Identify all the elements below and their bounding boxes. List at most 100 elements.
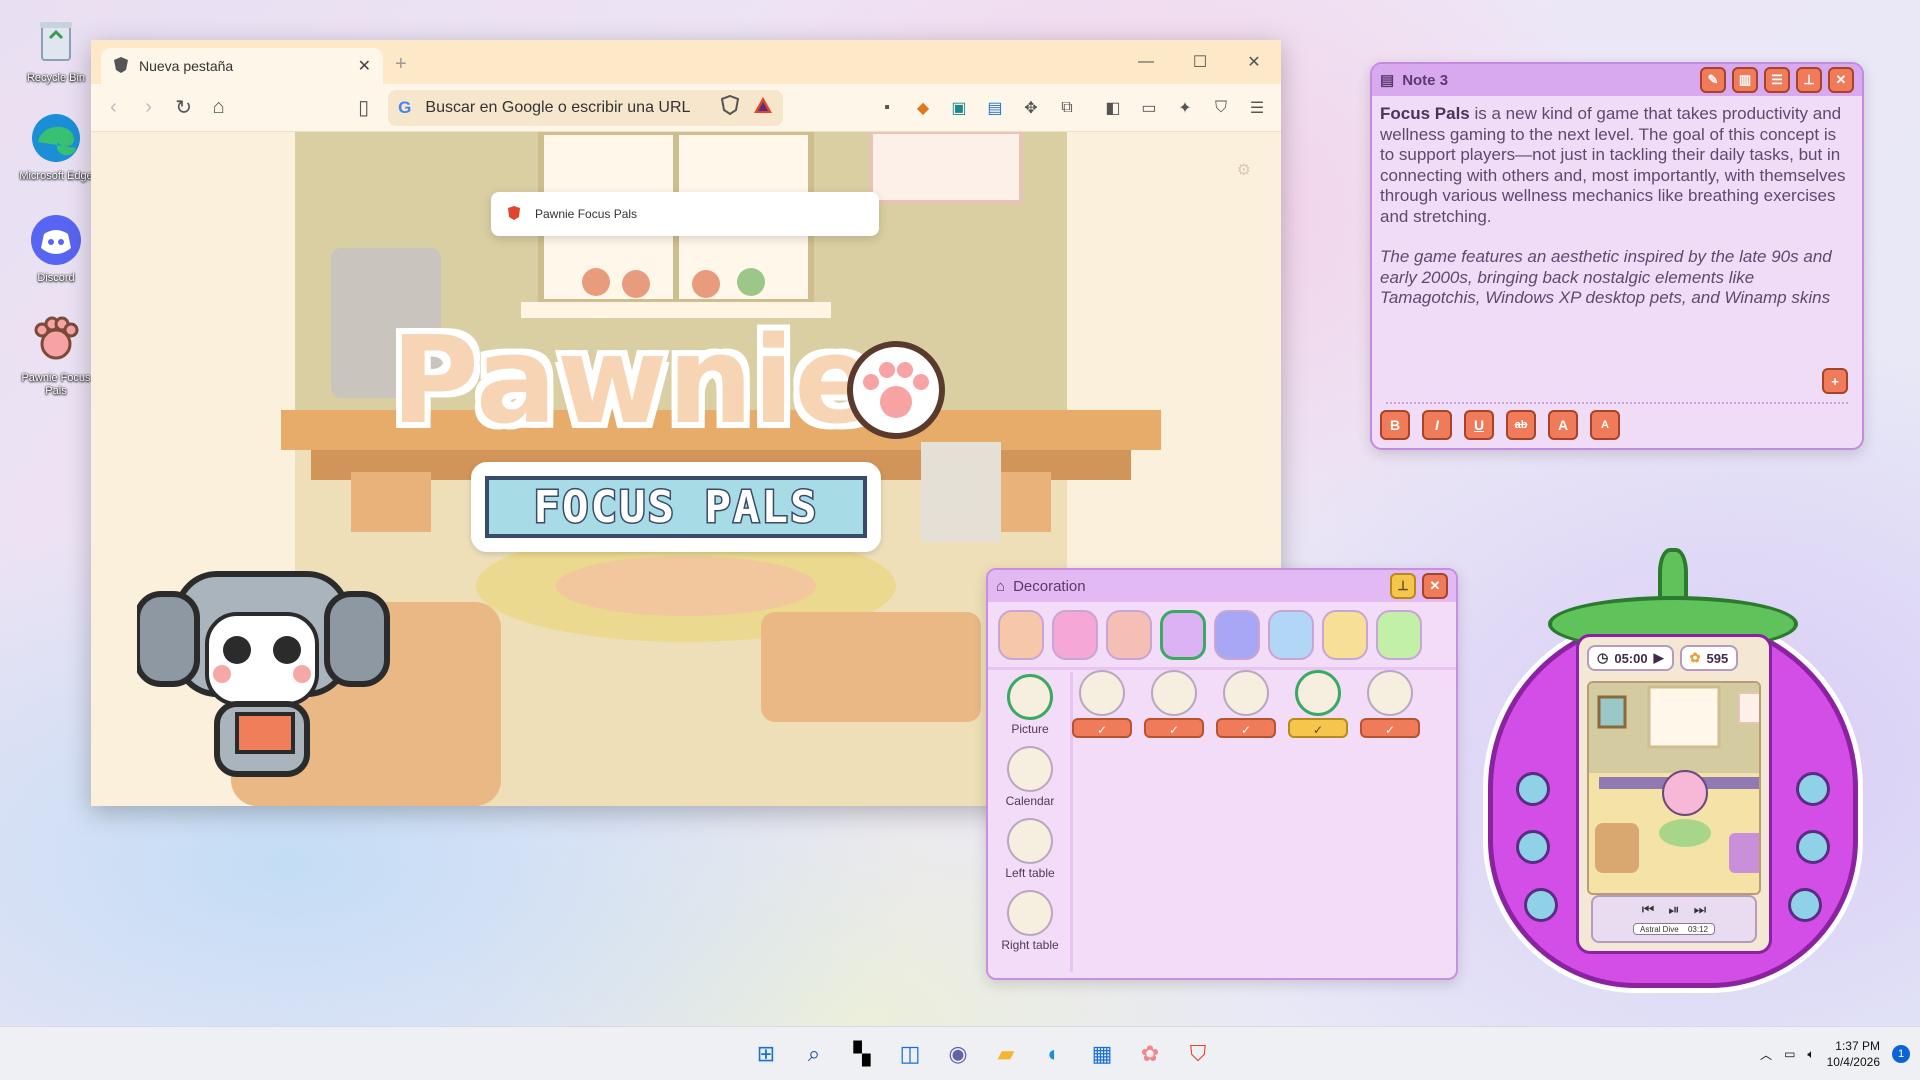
check-icon[interactable]: ✓ — [1072, 718, 1132, 738]
bookmark-icon[interactable]: ▯ — [353, 95, 374, 120]
desktop-icon-pawnie[interactable]: Pawnie Focus Pals — [14, 312, 98, 398]
minimize-icon[interactable] — [1796, 830, 1830, 864]
brave-rewards-icon[interactable] — [753, 96, 773, 119]
search-icon[interactable]: ⌕ — [794, 1034, 834, 1074]
menu-icon[interactable]: ☰ — [1245, 96, 1269, 120]
color-swatch[interactable] — [1106, 609, 1152, 660]
settings-gear-icon[interactable]: ⚙ — [1237, 160, 1251, 180]
download-icon[interactable] — [1788, 888, 1822, 922]
desktop-icon-edge[interactable]: Microsoft Edge — [14, 110, 98, 183]
picture-item[interactable]: ✓ — [1288, 670, 1348, 738]
vpn-icon[interactable]: ⛉ — [1209, 96, 1233, 120]
home-icon[interactable]: ⌂ — [208, 96, 229, 119]
check-icon[interactable]: ✓ — [1144, 718, 1204, 738]
play-icon[interactable]: ▶ — [1654, 650, 1664, 666]
list-icon[interactable]: ☰ — [1764, 67, 1790, 93]
close-icon[interactable]: ✕ — [1828, 67, 1854, 93]
puzzle-icon[interactable]: ✥ — [1019, 96, 1043, 120]
brave-shields-icon[interactable] — [720, 94, 740, 120]
notification-badge[interactable]: 1 — [1892, 1045, 1910, 1063]
picture-item[interactable]: ✓ — [1360, 670, 1420, 738]
metamask-icon[interactable]: ◆ — [911, 96, 935, 120]
desktop-icon-discord[interactable]: Discord — [14, 212, 98, 285]
volume-icon[interactable]: 🔈︎ — [1807, 1047, 1814, 1062]
picture-thumb-icon — [1007, 674, 1053, 720]
address-bar[interactable]: G Buscar en Google o escribir una URL — [388, 89, 783, 126]
note-icon: ▤ — [1380, 72, 1395, 89]
search-suggestion[interactable]: Pawnie Focus Pals — [491, 192, 879, 236]
add-icon[interactable]: + — [1822, 368, 1848, 394]
extension-icon[interactable]: ⧉ — [1055, 96, 1079, 120]
edge-icon[interactable]: ◐ — [1034, 1034, 1074, 1074]
pin-icon[interactable]: ⊥ — [1390, 573, 1416, 599]
close-tab-icon[interactable]: ✕ — [358, 56, 371, 76]
wallet-icon[interactable]: ▭ — [1137, 96, 1161, 120]
extension-icon[interactable]: ▤ — [983, 96, 1007, 120]
flower-icon[interactable] — [1516, 830, 1550, 864]
leo-ai-icon[interactable]: ✦ — [1173, 96, 1197, 120]
widgets-icon[interactable]: ◫ — [890, 1034, 930, 1074]
picture-item[interactable]: ✓ — [1144, 670, 1204, 738]
furniture-icon[interactable] — [1516, 772, 1550, 806]
underline-button[interactable]: U — [1464, 410, 1494, 440]
paw-icon — [28, 312, 84, 368]
brave-icon[interactable]: ⛉ — [1178, 1034, 1218, 1074]
timer-display[interactable]: ◷ 05:00 ▶ — [1587, 645, 1674, 671]
play-pause-icon[interactable]: ⏯ — [1668, 901, 1679, 918]
pin-icon[interactable]: ⊥ — [1796, 67, 1822, 93]
color-swatch[interactable] — [1160, 609, 1206, 660]
color-swatch[interactable] — [1376, 609, 1422, 660]
color-swatch[interactable] — [1214, 609, 1260, 660]
check-icon[interactable]: ✓ — [1360, 718, 1420, 738]
font-increase-button[interactable]: A — [1548, 410, 1578, 440]
heart-icon[interactable] — [1796, 772, 1830, 806]
close-window-icon[interactable]: ✕ — [1227, 40, 1281, 84]
strikethrough-button[interactable]: ab — [1506, 410, 1536, 440]
reload-icon[interactable]: ↻ — [173, 95, 194, 120]
check-icon[interactable]: ✓ — [1216, 718, 1276, 738]
font-decrease-button[interactable]: A — [1590, 410, 1620, 440]
color-swatch[interactable] — [1268, 609, 1314, 660]
color-swatch[interactable] — [1052, 609, 1098, 660]
settings-icon[interactable] — [1524, 888, 1558, 922]
edit-icon[interactable]: ✎ — [1700, 67, 1726, 93]
forward-icon[interactable]: › — [138, 96, 159, 119]
category-calendar[interactable]: Calendar — [1006, 746, 1054, 808]
color-swatch[interactable] — [1322, 609, 1368, 660]
picture-item[interactable]: ✓ — [1072, 670, 1132, 738]
trash-icon[interactable]: ▥ — [1732, 67, 1758, 93]
category-picture[interactable]: Picture — [1007, 674, 1053, 736]
pet-room — [1587, 681, 1761, 895]
chevron-up-icon[interactable]: ︿ — [1760, 1046, 1772, 1063]
prev-track-icon[interactable]: ⏮ — [1642, 901, 1655, 918]
paw-icon[interactable]: ✿ — [1130, 1034, 1170, 1074]
track-bar[interactable]: Astral Dive 03:12 — [1633, 923, 1715, 935]
check-icon[interactable]: ✓ — [1288, 718, 1348, 738]
start-icon[interactable]: ⊞ — [746, 1034, 786, 1074]
sidebar-icon[interactable]: ◧ — [1101, 96, 1125, 120]
extension-icon[interactable]: ▪ — [875, 96, 899, 120]
category-left-table[interactable]: Left table — [1005, 818, 1055, 880]
picture-item[interactable]: ✓ — [1216, 670, 1276, 738]
desktop-icon-recycle-bin[interactable]: Recycle Bin — [14, 12, 98, 85]
minimize-icon[interactable]: — — [1119, 40, 1173, 84]
note-content[interactable]: Focus Pals is a new kind of game that ta… — [1372, 96, 1862, 309]
teams-chat-icon[interactable]: ◉ — [938, 1034, 978, 1074]
store-icon[interactable]: ▦ — [1082, 1034, 1122, 1074]
tab-new[interactable]: Nueva pestaña ✕ — [101, 48, 383, 84]
bold-button[interactable]: B — [1380, 410, 1410, 440]
clock[interactable]: 1:37 PM 10/4/2026 — [1827, 1038, 1880, 1070]
network-icon[interactable]: ▭ — [1784, 1047, 1795, 1061]
maximize-icon[interactable]: ☐ — [1173, 40, 1227, 84]
italic-button[interactable]: I — [1422, 410, 1452, 440]
task-view-icon[interactable]: ▚ — [842, 1034, 882, 1074]
color-swatch[interactable] — [998, 609, 1044, 660]
back-icon[interactable]: ‹ — [103, 96, 124, 119]
next-track-icon[interactable]: ⏭ — [1694, 901, 1707, 918]
new-tab-icon[interactable]: + — [395, 53, 407, 76]
category-right-table[interactable]: Right table — [1001, 890, 1059, 952]
file-explorer-icon[interactable]: ▰ — [986, 1034, 1026, 1074]
close-icon[interactable]: ✕ — [1422, 573, 1448, 599]
device-screen: ◷ 05:00 ▶ ✿ 595 ⏮ ⏯ ⏭ Astral Dive 03:12 — [1576, 634, 1772, 954]
extension-icon[interactable]: ▣ — [947, 96, 971, 120]
